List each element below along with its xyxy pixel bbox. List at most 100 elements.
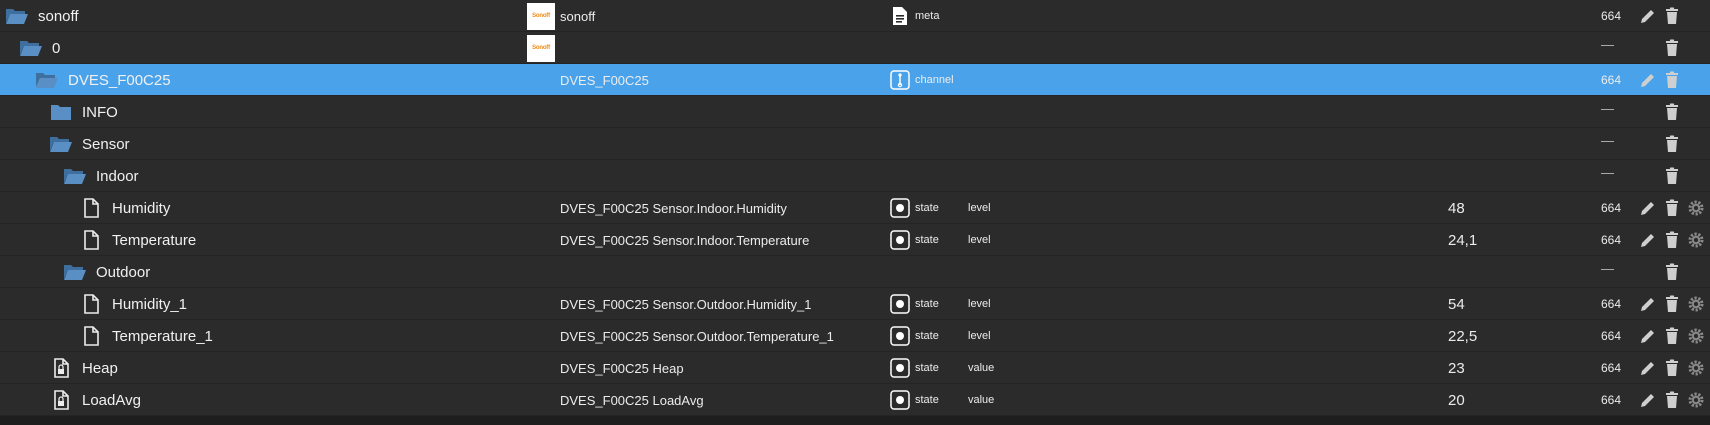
tree-item-label: Humidity (112, 199, 171, 217)
tree-item-label: Temperature_1 (112, 327, 213, 345)
tree-name-cell[interactable]: Humidity (78, 192, 170, 224)
tree-row[interactable]: INFO — (0, 96, 1710, 128)
tree-row[interactable]: Temperature_1 DVES_F00C25 Sensor.Outdoor.… (0, 320, 1710, 352)
tree-name-cell[interactable]: Temperature (78, 224, 196, 256)
edit-button[interactable] (1636, 192, 1660, 224)
delete-button[interactable] (1660, 32, 1684, 64)
delete-button[interactable] (1660, 192, 1684, 224)
row-actions (1636, 224, 1710, 256)
row-actions (1636, 0, 1710, 32)
delete-button[interactable] (1660, 384, 1684, 416)
folder-open-icon[interactable] (34, 64, 60, 96)
role-label: level (968, 330, 991, 342)
tree-name-cell[interactable]: Humidity_1 (78, 288, 187, 320)
tree-name-cell[interactable]: LoadAvg (48, 384, 141, 416)
edit-button[interactable] (1636, 64, 1660, 96)
acl-value: — (1601, 164, 1614, 180)
value-cell[interactable]: 20 (1448, 384, 1465, 416)
tree-row[interactable]: DVES_F00C25 DVES_F00C25 channel 664 (0, 64, 1710, 96)
delete-button[interactable] (1660, 64, 1684, 96)
file-icon[interactable] (78, 320, 104, 352)
acl-value: 664 (1601, 361, 1622, 375)
delete-button[interactable] (1660, 288, 1684, 320)
edit-button[interactable] (1636, 352, 1660, 384)
acl-value: 664 (1601, 393, 1622, 407)
row-actions (1636, 160, 1710, 192)
file-lock-icon[interactable] (48, 352, 74, 384)
delete-button[interactable] (1660, 256, 1684, 288)
file-lock-icon[interactable] (48, 384, 74, 416)
folder-open-icon[interactable] (62, 160, 88, 192)
tree-name-cell[interactable]: Indoor (62, 160, 139, 192)
settings-button[interactable] (1684, 320, 1708, 352)
sonoff-logo: Sonoff (527, 32, 557, 64)
folder-open-icon[interactable] (48, 128, 74, 160)
tree-name-cell[interactable]: Sensor (48, 128, 130, 160)
folder-open-icon[interactable] (4, 0, 30, 32)
delete-button[interactable] (1660, 96, 1684, 128)
tree-name-cell[interactable]: Heap (48, 352, 118, 384)
acl-value: — (1601, 36, 1614, 52)
tree-name-cell[interactable]: INFO (48, 96, 118, 128)
tree-row[interactable]: Heap DVES_F00C25 Heap state value 23 664 (0, 352, 1710, 384)
tree-item-label: LoadAvg (82, 391, 141, 409)
value-cell[interactable]: 22,5 (1448, 320, 1477, 352)
value-cell[interactable]: 48 (1448, 192, 1465, 224)
value-cell[interactable]: 23 (1448, 352, 1465, 384)
value-cell[interactable]: 24,1 (1448, 224, 1477, 256)
tree-row[interactable]: Indoor — (0, 160, 1710, 192)
delete-button[interactable] (1660, 160, 1684, 192)
tree-name-cell[interactable]: DVES_F00C25 (34, 64, 171, 96)
type-cell: state (890, 224, 939, 256)
sonoff-logo-image: Sonoff (527, 34, 555, 62)
tree-row[interactable]: 0 Sonoff — (0, 32, 1710, 64)
file-icon[interactable] (78, 288, 104, 320)
folder-open-icon[interactable] (62, 256, 88, 288)
row-actions (1636, 192, 1710, 224)
type-label: meta (915, 10, 940, 22)
settings-button[interactable] (1684, 192, 1708, 224)
delete-button[interactable] (1660, 352, 1684, 384)
tree-row[interactable]: LoadAvg DVES_F00C25 LoadAvg state value 20 66… (0, 384, 1710, 416)
settings-button[interactable] (1684, 352, 1708, 384)
tree-row[interactable]: Humidity DVES_F00C25 Sensor.Indoor.Humidi… (0, 192, 1710, 224)
edit-button[interactable] (1636, 288, 1660, 320)
state-icon (890, 198, 910, 218)
tree-row[interactable]: Humidity_1 DVES_F00C25 Sensor.Outdoor.Hum… (0, 288, 1710, 320)
edit-button[interactable] (1636, 0, 1660, 32)
tree-name-cell[interactable]: sonoff (4, 0, 79, 32)
edit-button[interactable] (1636, 320, 1660, 352)
tree-item-label: Sensor (82, 135, 130, 153)
file-icon[interactable] (78, 192, 104, 224)
delete-button[interactable] (1660, 224, 1684, 256)
settings-button[interactable] (1684, 224, 1708, 256)
tree-row[interactable]: sonoff Sonoff sonoff meta 664 (0, 0, 1710, 32)
tree-row[interactable]: Outdoor — (0, 256, 1710, 288)
value-cell[interactable]: 54 (1448, 288, 1465, 320)
tree-item-label: INFO (82, 103, 118, 121)
type-label: state (915, 202, 939, 214)
tree-name-cell[interactable]: 0 (18, 32, 60, 64)
acl-value: — (1601, 260, 1614, 276)
tree-row[interactable]: Temperature DVES_F00C25 Sensor.Indoor.Tem… (0, 224, 1710, 256)
folder-icon[interactable] (48, 96, 74, 128)
file-icon[interactable] (78, 224, 104, 256)
settings-button[interactable] (1684, 384, 1708, 416)
tree-item-label: DVES_F00C25 (68, 71, 171, 89)
row-actions (1636, 256, 1710, 288)
edit-button[interactable] (1636, 224, 1660, 256)
delete-button[interactable] (1660, 128, 1684, 160)
delete-button[interactable] (1660, 0, 1684, 32)
row-actions (1636, 32, 1710, 64)
sonoff-logo: Sonoff (527, 0, 557, 32)
state-icon (890, 230, 910, 250)
tree-name-cell[interactable]: Outdoor (62, 256, 150, 288)
type-cell: meta (890, 0, 939, 32)
delete-button[interactable] (1660, 320, 1684, 352)
folder-open-icon[interactable] (18, 32, 44, 64)
tree-row[interactable]: Sensor — (0, 128, 1710, 160)
settings-button[interactable] (1684, 288, 1708, 320)
edit-button[interactable] (1636, 384, 1660, 416)
row-actions (1636, 128, 1710, 160)
tree-name-cell[interactable]: Temperature_1 (78, 320, 213, 352)
